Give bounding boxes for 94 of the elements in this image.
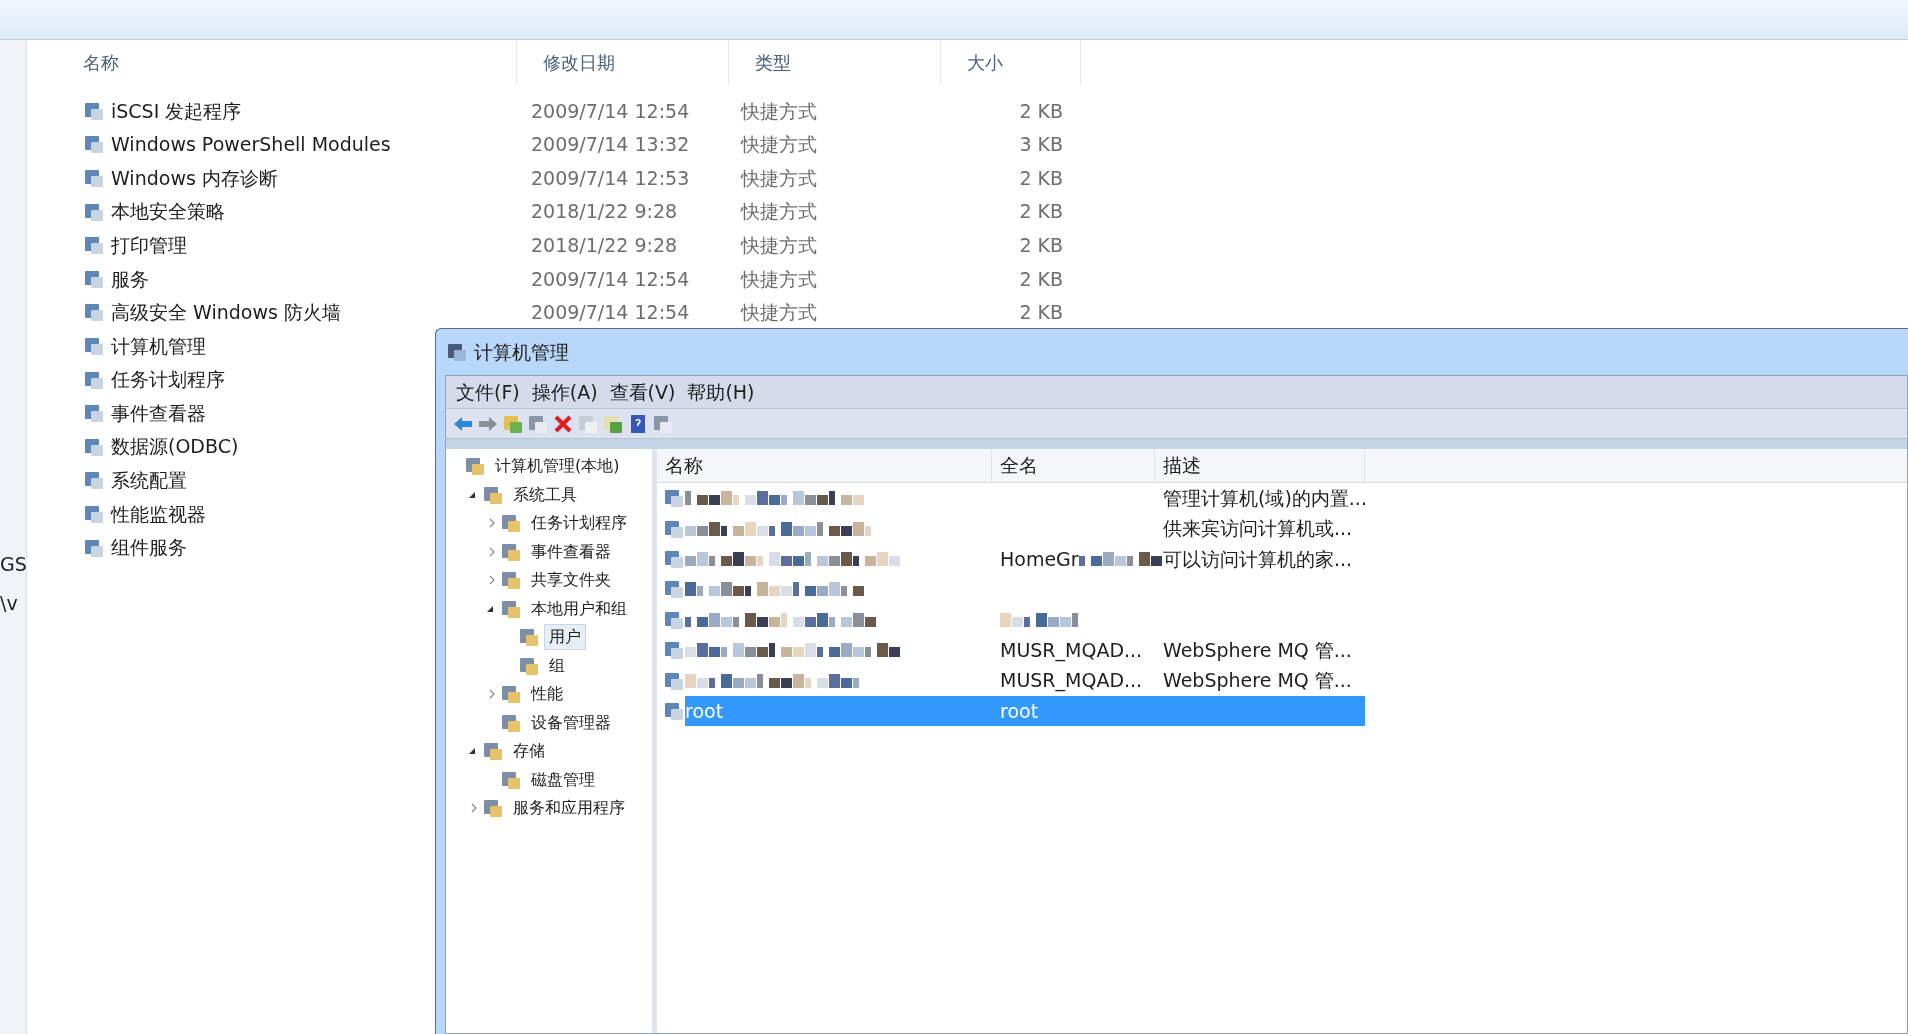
list-cell-text: 可以访问计算机的家... (1163, 546, 1353, 572)
tree-item[interactable]: 性能 (526, 681, 568, 708)
column-header-cell[interactable]: 描述 (1155, 449, 1365, 482)
size-cell: 2 KB (1019, 200, 1063, 223)
list-row[interactable]: 管理计算机(域)的内置... (685, 483, 1365, 514)
tree-item[interactable]: 计算机管理(本地) (490, 453, 625, 480)
window-title: 计算机管理 (474, 339, 569, 365)
type-cell: 快捷方式 (741, 301, 817, 324)
tree-item[interactable]: 组 (544, 652, 570, 679)
shortcut-icon (83, 469, 105, 492)
type-cell: 快捷方式 (741, 233, 817, 256)
list-cell-text: MUSR_MQAD... (1000, 668, 1143, 694)
list-row[interactable]: 供来宾访问计算机或... (685, 513, 1365, 544)
size-cell: 2 KB (1019, 267, 1063, 290)
type-cell: 快捷方式 (741, 200, 817, 223)
menu-item[interactable]: 帮助(H) (681, 377, 761, 407)
file-name[interactable]: 性能监视器 (111, 499, 206, 529)
tree-node-icon (518, 626, 540, 649)
user-icon (663, 578, 685, 601)
type-cell: 快捷方式 (741, 166, 817, 189)
shortcut-icon (83, 133, 105, 156)
tree-node-icon (482, 797, 504, 820)
list-row[interactable]: MUSR_MQAD... WebSphere MQ 管... (685, 665, 1365, 696)
type-cell: 快捷方式 (741, 99, 817, 122)
list-cell-text: WebSphere MQ 管... (1163, 668, 1352, 694)
column-header-cell[interactable]: 修改日期 (517, 40, 729, 84)
tree-item[interactable]: 系统工具 (508, 481, 582, 508)
user-icon (663, 639, 685, 662)
file-name[interactable]: 高级安全 Windows 防火墙 (111, 298, 341, 327)
tree-item[interactable]: 共享文件夹 (526, 567, 616, 594)
size-cell: 2 KB (1019, 233, 1063, 256)
menu-item[interactable]: 文件(F) (450, 377, 526, 407)
date-cell: 2009/7/14 12:53 (531, 166, 690, 189)
menu-item[interactable]: 操作(A) (525, 377, 604, 407)
file-name[interactable]: 计算机管理 (111, 331, 206, 361)
column-header-cell[interactable]: 大小 (941, 40, 1081, 84)
file-name[interactable]: 打印管理 (111, 230, 187, 260)
menu-item[interactable]: 查看(V) (603, 377, 682, 407)
date-cell: 2009/7/14 12:54 (531, 301, 690, 324)
size-cell: 2 KB (1019, 99, 1063, 122)
size-cell: 2 KB (1019, 301, 1063, 324)
list-row[interactable]: MUSR_MQAD... WebSphere MQ 管... (685, 634, 1365, 666)
file-name[interactable]: 组件服务 (111, 533, 187, 562)
tree-item[interactable]: 任务计划程序 (526, 510, 632, 537)
file-name[interactable]: 本地安全策略 (111, 197, 225, 226)
shortcut-icon (83, 301, 105, 324)
date-cell: 2018/1/22 9:28 (531, 233, 678, 256)
list-row[interactable]: HomeGr 可以访问计算机的家... (685, 543, 1365, 575)
tree-node-icon (500, 512, 522, 535)
user-icon (663, 487, 685, 510)
file-name[interactable]: 事件查看器 (111, 398, 206, 428)
computer-icon (446, 341, 468, 363)
tree-item[interactable]: 存储 (508, 738, 550, 765)
size-cell: 2 KB (1019, 166, 1063, 189)
date-cell: 2009/7/14 13:32 (531, 133, 690, 156)
date-cell: 2009/7/14 12:54 (531, 99, 690, 122)
date-cell: 2009/7/14 12:54 (531, 267, 690, 290)
shortcut-icon (83, 234, 105, 257)
tree-item[interactable]: 用户 (544, 624, 586, 651)
list-cell-text: root (685, 698, 724, 724)
file-name[interactable]: iSCSI 发起程序 (111, 96, 242, 126)
list-cell-text: HomeGr (1000, 546, 1079, 572)
shortcut-icon (83, 167, 105, 189)
list-cell-text: MUSR_MQAD... (1000, 637, 1143, 664)
tree-node-icon (500, 569, 522, 592)
tree-item[interactable]: 设备管理器 (526, 709, 616, 736)
type-cell: 快捷方式 (741, 133, 817, 156)
column-header-cell[interactable]: 类型 (729, 40, 941, 84)
tree-node-icon (500, 683, 522, 706)
size-cell: 3 KB (1019, 133, 1063, 156)
cut-off-text: \v (0, 590, 19, 616)
column-header-cell[interactable]: 名称 (657, 449, 992, 482)
type-cell: 快捷方式 (741, 267, 817, 290)
tree-node-icon (464, 455, 486, 478)
tree-item[interactable]: 事件查看器 (526, 538, 616, 565)
cut-off-text: GS (0, 552, 26, 577)
file-name[interactable]: 服务 (111, 264, 149, 293)
column-header-cell[interactable]: 全名 (992, 449, 1155, 482)
file-name[interactable]: 系统配置 (111, 466, 187, 495)
tree-item[interactable]: 本地用户和组 (526, 595, 632, 622)
tree-item[interactable]: 服务和应用程序 (508, 795, 630, 822)
file-name[interactable]: 数据源(ODBC) (111, 432, 239, 461)
file-name[interactable]: Windows PowerShell Modules (111, 130, 391, 159)
tree-node-icon (482, 740, 504, 763)
list-cell-text: 管理计算机(域)的内置... (1163, 485, 1367, 511)
shortcut-icon (83, 402, 105, 425)
file-name[interactable]: Windows 内存诊断 (111, 163, 278, 193)
date-cell: 2018/1/22 9:28 (531, 200, 678, 223)
list-cell-text: WebSphere MQ 管... (1163, 637, 1352, 663)
file-name[interactable]: 任务计划程序 (111, 365, 225, 394)
list-cell-text: 供来宾访问计算机或... (1163, 516, 1353, 542)
tree-item[interactable]: 磁盘管理 (526, 766, 600, 793)
list-cell-text: root (1000, 698, 1039, 724)
column-header-cell[interactable]: 名称 (57, 40, 517, 84)
